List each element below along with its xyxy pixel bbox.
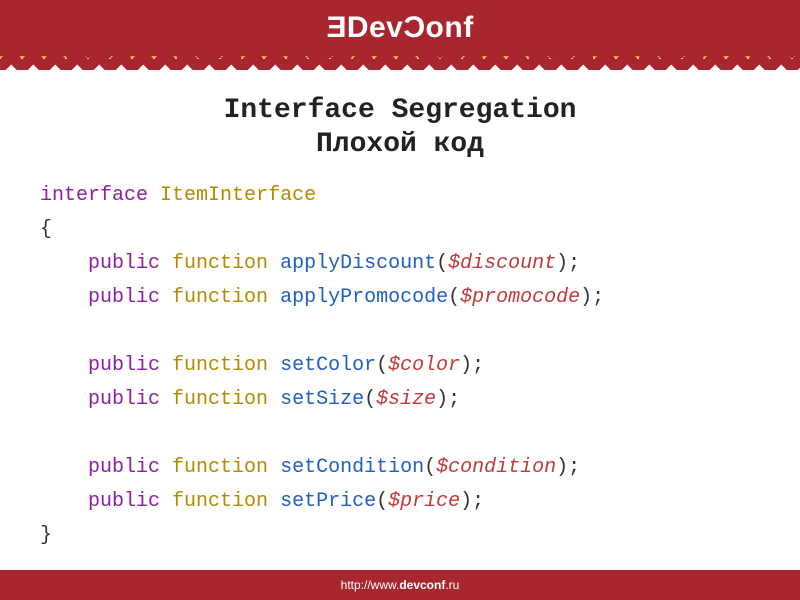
var-5: $condition [436, 456, 556, 479]
kw-function-3: function [172, 354, 268, 377]
semi-3: ; [472, 354, 484, 377]
kw-function-5: function [172, 456, 268, 479]
var-1: $discount [448, 252, 556, 275]
method-5: setCondition [280, 456, 424, 479]
header-bar: EDevConf [0, 0, 800, 58]
kw-function-1: function [172, 252, 268, 275]
semi-2: ; [592, 286, 604, 309]
title-line-2: Плохой код [30, 128, 770, 162]
kw-public-4: public [88, 388, 160, 411]
kw-public-2: public [88, 286, 160, 309]
main-content: Interface Segregation Плохой код interfa… [0, 58, 800, 570]
kw-public-3: public [88, 354, 160, 377]
paren-open-4: ( [364, 388, 376, 411]
paren-open-2: ( [448, 286, 460, 309]
paren-close-1: ) [556, 252, 568, 275]
paren-open-1: ( [436, 252, 448, 275]
logo: EDevConf [326, 11, 473, 45]
paren-open-6: ( [376, 490, 388, 513]
logo-text-2: onf [426, 11, 474, 45]
header-zigzag-border [0, 56, 800, 70]
paren-close-5: ) [556, 456, 568, 479]
kw-public-6: public [88, 490, 160, 513]
code-block: interface ItemInterface { public functio… [30, 179, 770, 553]
slide-root: EDevConf Interface Segregation Плохой ко… [0, 0, 800, 600]
var-6: $price [388, 490, 460, 513]
kw-public-1: public [88, 252, 160, 275]
method-4: setSize [280, 388, 364, 411]
paren-close-4: ) [436, 388, 448, 411]
paren-close-3: ) [460, 354, 472, 377]
paren-close-6: ) [460, 490, 472, 513]
semi-5: ; [568, 456, 580, 479]
logo-mirror-c: C [403, 11, 425, 45]
semi-6: ; [472, 490, 484, 513]
method-3: setColor [280, 354, 376, 377]
brace-open: { [40, 218, 52, 241]
paren-open-3: ( [376, 354, 388, 377]
kw-function-6: function [172, 490, 268, 513]
footer-url-prefix: http://www. [341, 578, 400, 592]
brace-close: } [40, 524, 52, 547]
var-3: $color [388, 354, 460, 377]
paren-close-2: ) [580, 286, 592, 309]
method-2: applyPromocode [280, 286, 448, 309]
logo-mirror-e-1: E [326, 11, 347, 45]
kw-public-5: public [88, 456, 160, 479]
method-1: applyDiscount [280, 252, 436, 275]
kw-interface: interface [40, 184, 148, 207]
semi-4: ; [448, 388, 460, 411]
var-2: $promocode [460, 286, 580, 309]
var-4: $size [376, 388, 436, 411]
class-name: ItemInterface [160, 184, 316, 207]
footer-url: http://www.devconf.ru [341, 578, 460, 592]
footer-bar: http://www.devconf.ru [0, 570, 800, 600]
paren-open-5: ( [424, 456, 436, 479]
method-6: setPrice [280, 490, 376, 513]
kw-function-2: function [172, 286, 268, 309]
logo-text-1: Dev [347, 11, 404, 45]
kw-function-4: function [172, 388, 268, 411]
footer-url-suffix: .ru [445, 578, 459, 592]
footer-url-bold: devconf [399, 578, 445, 592]
title-line-1: Interface Segregation [30, 94, 770, 128]
semi-1: ; [568, 252, 580, 275]
slide-title: Interface Segregation Плохой код [30, 94, 770, 161]
